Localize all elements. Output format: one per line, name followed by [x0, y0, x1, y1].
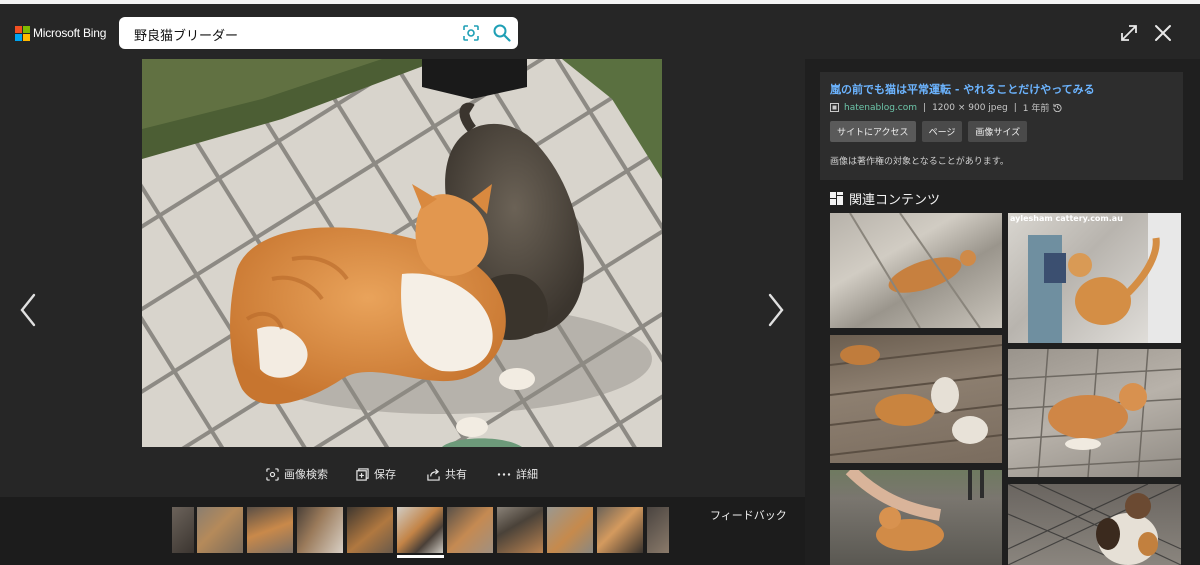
image-info-card: 嵐の前でも猫は平常運転 - やれることだけやってみる hatenablog.co…	[820, 72, 1183, 180]
filmstrip-thumbnail[interactable]	[497, 507, 543, 553]
filmstrip-thumbnail-selected[interactable]	[397, 507, 443, 553]
header-bar: Microsoft Bing 野良猫ブリーダー	[0, 4, 1200, 59]
source-domain-link[interactable]: hatenablog.com	[844, 103, 917, 113]
search-icon[interactable]	[492, 23, 512, 43]
related-image-6[interactable]	[1008, 484, 1181, 565]
separator: |	[923, 102, 927, 113]
save-label: 保存	[374, 468, 396, 481]
related-image-5[interactable]	[830, 470, 1002, 565]
search-box[interactable]: 野良猫ブリーダー	[119, 17, 518, 49]
visual-search-label: 画像検索	[284, 468, 328, 481]
filmstrip-thumbnail[interactable]	[447, 507, 493, 553]
search-input[interactable]: 野良猫ブリーダー	[134, 25, 238, 44]
cats-photo-illustration	[142, 59, 662, 447]
bing-logo[interactable]: Microsoft Bing	[15, 26, 107, 41]
more-icon	[497, 472, 511, 476]
history-icon	[1053, 103, 1062, 112]
info-buttons: サイトにアクセス ページ 画像サイズ	[830, 121, 1028, 142]
kittens-thumbnail-illustration	[830, 344, 1002, 456]
filmstrip-thumbnail[interactable]	[547, 507, 593, 553]
cat-thumbnail-illustration	[845, 470, 984, 551]
page-button[interactable]: ページ	[921, 121, 963, 142]
related-content-header: 関連コンテンツ	[830, 189, 940, 208]
calico-cat-thumbnail-illustration	[1008, 484, 1181, 565]
visual-search-icon	[266, 467, 279, 481]
related-image-3[interactable]	[830, 335, 1002, 463]
share-action[interactable]: 共有	[427, 466, 467, 482]
microsoft-logo-icon	[15, 26, 30, 41]
cat-thumbnail-illustration	[1028, 213, 1181, 343]
feedback-link[interactable]: フィードバック	[710, 507, 787, 523]
visit-site-button[interactable]: サイトにアクセス	[830, 121, 916, 142]
selected-thumbnail-indicator	[397, 555, 444, 558]
filmstrip-thumbnail[interactable]	[297, 507, 343, 553]
save-action[interactable]: 保存	[356, 466, 396, 482]
filmstrip-thumbnail[interactable]	[197, 507, 243, 553]
share-icon	[427, 468, 440, 481]
image-dimensions: 1200 × 900 jpeg	[932, 102, 1008, 113]
image-size-button[interactable]: 画像サイズ	[968, 121, 1028, 142]
related-content-title: 関連コンテンツ	[849, 193, 941, 208]
cat-thumbnail-illustration	[1008, 349, 1181, 477]
save-icon	[356, 467, 369, 481]
related-image-4[interactable]	[1008, 349, 1181, 477]
page-title-link[interactable]: 嵐の前でも猫は平常運転 - やれることだけやってみる	[830, 81, 1095, 97]
details-panel: 嵐の前でも猫は平常運転 - やれることだけやってみる hatenablog.co…	[805, 59, 1200, 565]
visual-search-action[interactable]: 画像検索	[266, 466, 328, 482]
filmstrip-thumbnail[interactable]	[247, 507, 293, 553]
site-favicon-icon	[830, 103, 839, 112]
filmstrip-thumbnail[interactable]	[647, 507, 669, 553]
image-age: 1 年前	[1022, 104, 1050, 114]
expand-icon[interactable]	[1118, 22, 1140, 44]
close-icon[interactable]	[1152, 22, 1174, 44]
related-image-watermark: aylesham cattery.com.au	[1010, 214, 1123, 223]
next-image-arrow-icon[interactable]	[766, 292, 786, 328]
filmstrip-thumbnail[interactable]	[597, 507, 643, 553]
more-action[interactable]: 詳細	[497, 466, 538, 482]
previous-image-arrow-icon[interactable]	[18, 292, 38, 328]
share-label: 共有	[445, 468, 467, 481]
brand-name: Microsoft Bing	[33, 26, 107, 40]
image-meta: hatenablog.com | 1200 × 900 jpeg | 1 年前	[830, 101, 1062, 114]
thumbnail-filmstrip: フィードバック	[0, 497, 805, 565]
related-image-2[interactable]: aylesham cattery.com.au	[1008, 213, 1181, 343]
related-image-1[interactable]	[830, 213, 1002, 328]
separator: |	[1013, 102, 1017, 113]
grid-icon	[830, 192, 843, 205]
bing-image-viewer: Microsoft Bing 野良猫ブリーダー 画像検索 保存 共有 詳細 フィ…	[0, 0, 1200, 565]
filmstrip-thumbnail[interactable]	[347, 507, 393, 553]
more-label: 詳細	[516, 468, 538, 481]
cat-thumbnail-illustration	[849, 213, 981, 328]
main-image-two-cats[interactable]	[142, 59, 662, 447]
filmstrip-thumbnail[interactable]	[172, 507, 194, 553]
visual-search-icon[interactable]	[462, 24, 480, 42]
copyright-note: 画像は著作権の対象となることがあります。	[830, 157, 1009, 167]
